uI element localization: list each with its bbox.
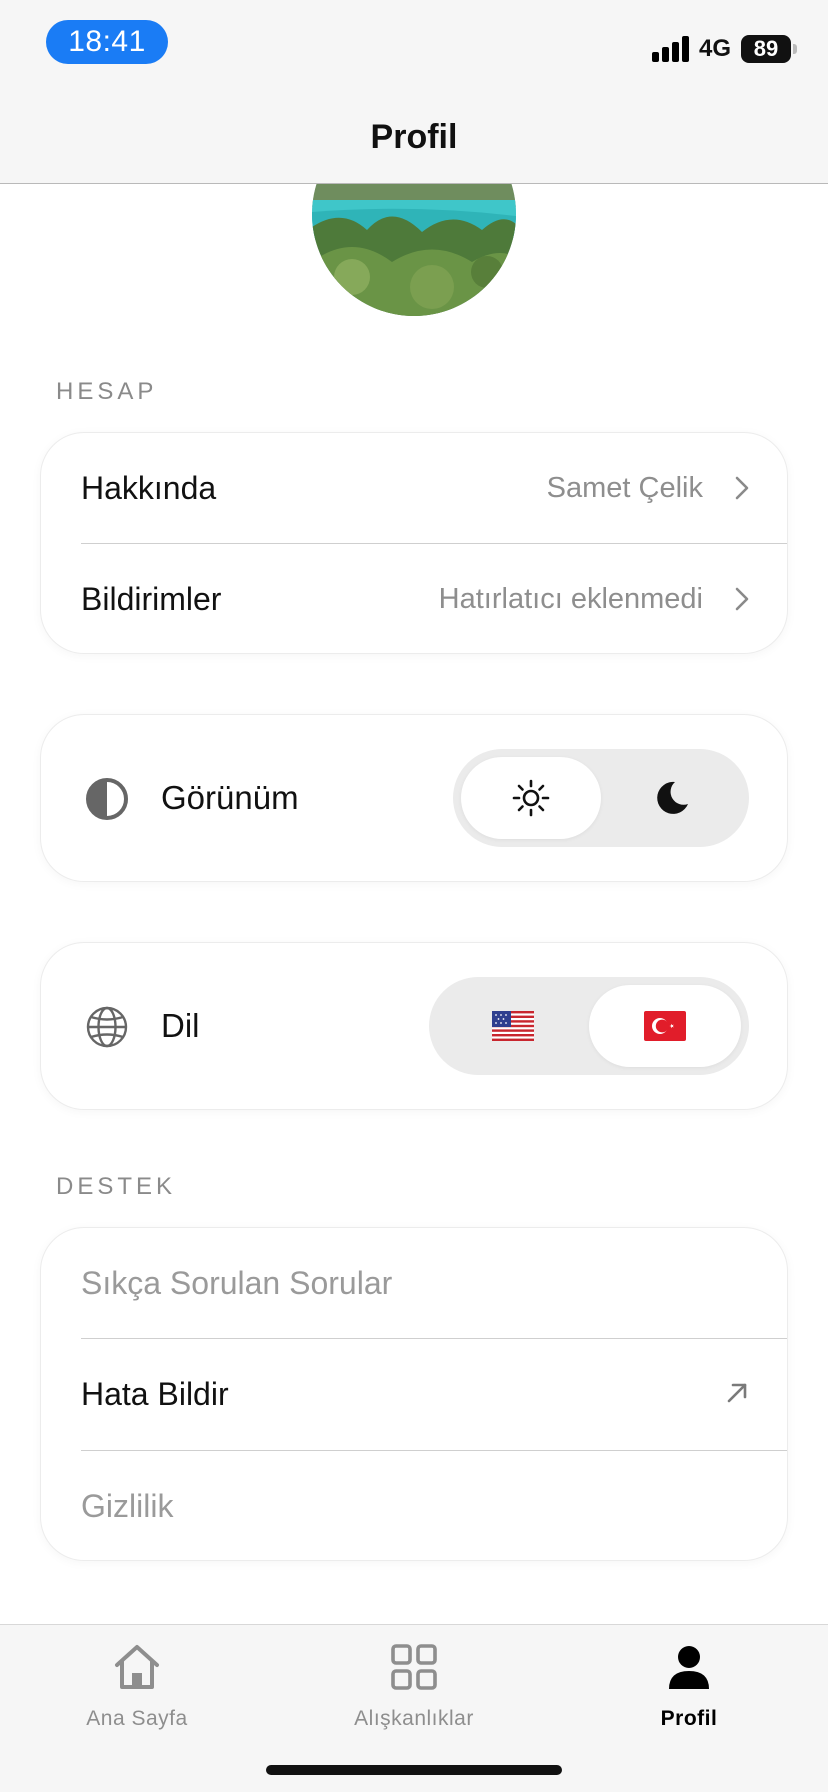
person-icon <box>669 1646 709 1689</box>
language-label: Dil <box>161 1007 200 1044</box>
english-option[interactable] <box>437 985 589 1067</box>
turkish-option[interactable] <box>589 985 741 1067</box>
dark-theme-option[interactable] <box>601 757 741 839</box>
tab-habits[interactable]: Alışkanlıklar <box>314 1625 514 1745</box>
signal-icon <box>652 36 692 62</box>
section-header-support: DESTEK <box>56 1173 177 1200</box>
notifications-row[interactable]: Bildirimler Hatırlatıcı eklenmedi <box>41 544 789 654</box>
tab-profile-label: Profil <box>660 1707 718 1730</box>
faq-label: Sıkça Sorulan Sorular <box>81 1265 393 1301</box>
chevron-right-icon <box>735 476 749 500</box>
sun-icon <box>512 779 550 817</box>
support-card: Sıkça Sorulan Sorular Hata Bildir Gizlil… <box>40 1227 788 1561</box>
section-header-account: HESAP <box>56 378 158 405</box>
moon-icon <box>657 781 688 814</box>
tab-home[interactable]: Ana Sayfa <box>37 1625 237 1745</box>
battery-indicator: 89 <box>741 35 791 63</box>
notifications-value: Hatırlatıcı eklenmedi <box>438 583 703 615</box>
about-row[interactable]: Hakkında Samet Çelik <box>41 433 789 543</box>
turkey-flag-icon <box>644 1011 686 1041</box>
appearance-card: Görünüm <box>40 714 788 882</box>
theme-toggle[interactable] <box>453 749 749 847</box>
language-toggle[interactable] <box>429 977 749 1075</box>
about-label: Hakkında <box>81 470 217 506</box>
appearance-label: Görünüm <box>161 779 299 816</box>
tab-habits-label: Alışkanlıklar <box>354 1707 474 1730</box>
grid-icon <box>391 1644 437 1690</box>
notifications-label: Bildirimler <box>81 581 222 617</box>
chevron-right-icon <box>735 587 749 611</box>
about-value: Samet Çelik <box>546 472 703 504</box>
privacy-label: Gizlilik <box>81 1488 174 1524</box>
globe-icon <box>86 1006 128 1048</box>
tab-home-label: Ana Sayfa <box>86 1707 188 1730</box>
report-bug-label: Hata Bildir <box>81 1376 229 1412</box>
network-type: 4G <box>699 35 732 62</box>
external-link-arrow-icon <box>727 1383 747 1403</box>
contrast-icon <box>86 778 128 820</box>
us-flag-icon <box>492 1011 534 1041</box>
page-title: Profil <box>370 118 458 156</box>
home-icon <box>115 1645 159 1689</box>
language-card: Dil <box>40 942 788 1110</box>
faq-row[interactable]: Sıkça Sorulan Sorular <box>41 1228 789 1338</box>
account-card: Hakkında Samet Çelik Bildirimler Hatırla… <box>40 432 788 654</box>
navigation-header: 18:41 4G 89 Profil <box>0 0 828 184</box>
light-theme-option[interactable] <box>461 757 601 839</box>
status-time: 18:41 <box>46 20 168 64</box>
battery-tip-icon <box>793 44 797 54</box>
home-indicator <box>266 1765 562 1775</box>
report-bug-row[interactable]: Hata Bildir <box>41 1339 789 1449</box>
privacy-row[interactable]: Gizlilik <box>41 1451 789 1561</box>
tab-profile[interactable]: Profil <box>589 1625 789 1745</box>
